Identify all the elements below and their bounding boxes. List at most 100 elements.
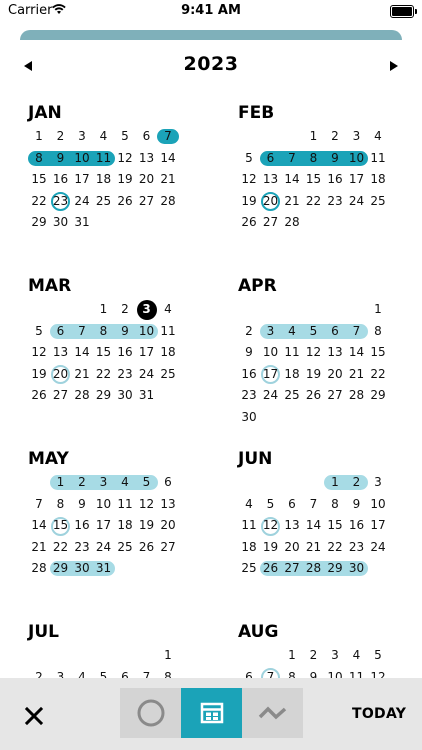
day-cell[interactable]: 8	[93, 321, 115, 343]
day-cell[interactable]: 3	[346, 126, 368, 148]
day-cell[interactable]: 4	[93, 126, 115, 148]
day-cell[interactable]: 15	[324, 515, 346, 537]
day-cell[interactable]: 13	[324, 342, 346, 364]
day-cell[interactable]: 15	[303, 169, 325, 191]
day-cell[interactable]: 20	[157, 515, 179, 537]
day-cell[interactable]: 29	[50, 558, 72, 580]
day-cell[interactable]: 18	[238, 537, 260, 559]
day-cell[interactable]: 22	[50, 537, 72, 559]
day-cell[interactable]: 1	[281, 645, 303, 667]
day-cell[interactable]: 7	[281, 148, 303, 170]
day-cell[interactable]: 12	[28, 342, 50, 364]
day-cell[interactable]: 5	[367, 645, 389, 667]
day-cell[interactable]: 3	[93, 472, 115, 494]
day-cell[interactable]: 11	[238, 515, 260, 537]
day-cell[interactable]: 13	[281, 515, 303, 537]
day-cell[interactable]: 22	[324, 537, 346, 559]
day-cell[interactable]: 26	[238, 212, 260, 234]
day-cell[interactable]: 24	[260, 385, 282, 407]
day-cell[interactable]: 30	[238, 407, 260, 429]
day-cell[interactable]: 29	[28, 212, 50, 234]
day-cell[interactable]: 17	[136, 342, 158, 364]
day-cell[interactable]: 8	[303, 148, 325, 170]
day-cell[interactable]: 8	[28, 148, 50, 170]
day-cell[interactable]: 10	[71, 148, 93, 170]
day-cell[interactable]: 23	[238, 385, 260, 407]
day-cell[interactable]: 20	[136, 169, 158, 191]
day-cell[interactable]: 22	[303, 191, 325, 213]
day-cell[interactable]: 8	[324, 494, 346, 516]
day-cell[interactable]: 21	[303, 537, 325, 559]
day-cell[interactable]: 3	[324, 645, 346, 667]
day-cell[interactable]: 4	[238, 494, 260, 516]
day-cell[interactable]: 22	[93, 364, 115, 386]
day-cell[interactable]: 26	[136, 537, 158, 559]
day-cell[interactable]: 2	[238, 321, 260, 343]
day-cell[interactable]: 9	[71, 494, 93, 516]
day-cell[interactable]: 14	[28, 515, 50, 537]
day-cell[interactable]: 19	[28, 364, 50, 386]
day-cell[interactable]: 16	[71, 515, 93, 537]
day-cell[interactable]: 27	[157, 537, 179, 559]
day-cell[interactable]: 9	[50, 148, 72, 170]
day-cell[interactable]: 4	[367, 126, 389, 148]
day-cell[interactable]: 19	[238, 191, 260, 213]
day-cell[interactable]: 18	[114, 515, 136, 537]
day-cell[interactable]: 16	[50, 169, 72, 191]
day-cell[interactable]: 26	[114, 191, 136, 213]
day-cell[interactable]: 6	[136, 126, 158, 148]
day-cell[interactable]: 8	[50, 494, 72, 516]
day-cell[interactable]: 25	[93, 191, 115, 213]
day-cell[interactable]: 5	[238, 148, 260, 170]
day-cell[interactable]: 9	[346, 494, 368, 516]
day-cell[interactable]: 11	[367, 148, 389, 170]
day-cell[interactable]: 4	[281, 321, 303, 343]
day-cell[interactable]: 13	[136, 148, 158, 170]
day-cell[interactable]: 14	[346, 342, 368, 364]
day-cell[interactable]: 10	[136, 321, 158, 343]
day-cell[interactable]: 29	[324, 558, 346, 580]
day-cell[interactable]: 6	[281, 494, 303, 516]
day-cell[interactable]: 25	[238, 558, 260, 580]
day-cell[interactable]: 18	[157, 342, 179, 364]
day-cell[interactable]: 13	[157, 494, 179, 516]
day-cell[interactable]: 9	[114, 321, 136, 343]
day-cell[interactable]: 25	[157, 364, 179, 386]
day-cell[interactable]: 30	[71, 558, 93, 580]
day-cell[interactable]: 7	[157, 126, 179, 148]
day-cell[interactable]: 1	[157, 645, 179, 667]
day-cell[interactable]: 16	[346, 515, 368, 537]
day-cell[interactable]: 23	[346, 537, 368, 559]
day-cell[interactable]: 22	[28, 191, 50, 213]
day-cell[interactable]: 27	[324, 385, 346, 407]
day-cell[interactable]: 28	[281, 212, 303, 234]
day-cell[interactable]: 28	[28, 558, 50, 580]
day-cell[interactable]: 6	[324, 321, 346, 343]
day-cell[interactable]: 24	[93, 537, 115, 559]
day-cell[interactable]: 29	[367, 385, 389, 407]
day-cell[interactable]: 6	[157, 472, 179, 494]
day-cell[interactable]: 12	[303, 342, 325, 364]
day-cell[interactable]: 16	[324, 169, 346, 191]
day-cell[interactable]: 29	[93, 385, 115, 407]
day-cell[interactable]: 3	[71, 126, 93, 148]
day-cell[interactable]: 24	[136, 364, 158, 386]
day-cell[interactable]: 28	[346, 385, 368, 407]
day-cell[interactable]: 17	[346, 169, 368, 191]
day-cell[interactable]: 28	[303, 558, 325, 580]
day-cell[interactable]: 11	[157, 321, 179, 343]
day-cell[interactable]: 9	[238, 342, 260, 364]
day-cell[interactable]: 21	[28, 537, 50, 559]
day-cell[interactable]: 25	[367, 191, 389, 213]
day-cell[interactable]: 14	[303, 515, 325, 537]
day-cell[interactable]: 19	[136, 515, 158, 537]
day-cell[interactable]: 1	[324, 472, 346, 494]
day-cell[interactable]: 24	[71, 191, 93, 213]
day-cell[interactable]: 1	[303, 126, 325, 148]
day-cell[interactable]: 7	[303, 494, 325, 516]
day-cell[interactable]: 10	[260, 342, 282, 364]
day-cell[interactable]: 9	[324, 148, 346, 170]
day-cell[interactable]: 24	[367, 537, 389, 559]
day-cell[interactable]: 1	[28, 126, 50, 148]
day-cell[interactable]: 20	[281, 537, 303, 559]
